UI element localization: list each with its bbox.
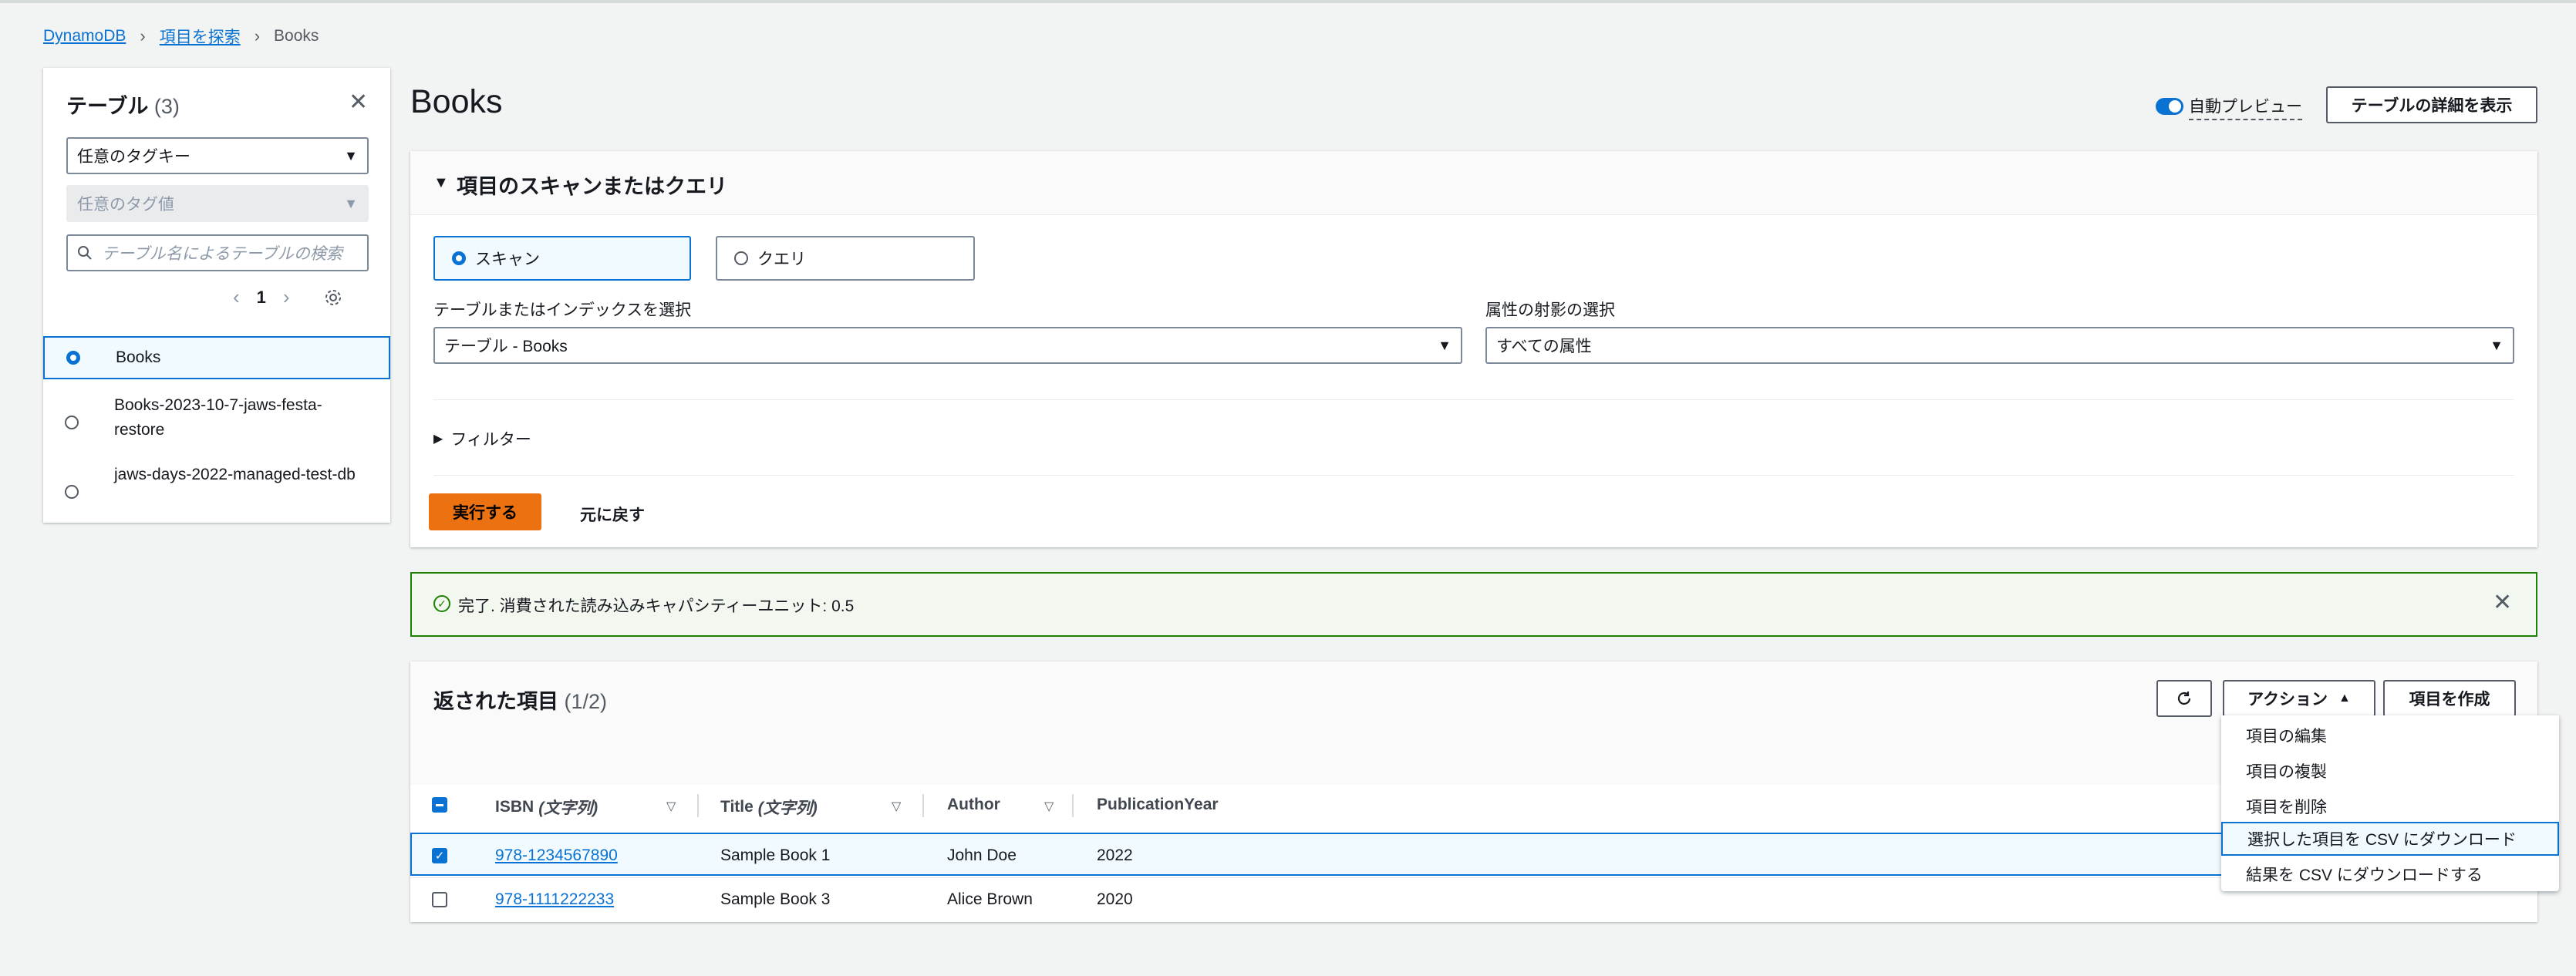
refresh-icon (2177, 692, 2191, 705)
chevron-right-icon: › (140, 26, 146, 45)
year-cell: 2022 (1097, 846, 1133, 864)
radio-button[interactable] (65, 485, 79, 499)
auto-preview-toggle[interactable] (2156, 98, 2183, 115)
top-border (0, 0, 2576, 3)
column-header-isbn[interactable]: ISBN (文字列) (495, 796, 598, 819)
caret-down-icon: ▼ (2490, 337, 2504, 353)
caret-down-icon: ▼ (344, 147, 358, 163)
table-item-jaws-days[interactable]: jaws-days-2022-managed-test-db (43, 455, 390, 520)
caret-right-icon: ▶ (433, 432, 443, 446)
refresh-button[interactable] (2156, 680, 2212, 717)
results-header (410, 661, 2537, 785)
breadcrumb: DynamoDB › 項目を探索 › Books (43, 23, 319, 49)
auto-preview-label: 自動プレビュー (2189, 94, 2302, 120)
run-button[interactable]: 実行する (429, 493, 541, 530)
sort-icon[interactable]: ▽ (892, 799, 901, 814)
column-header-publication-year[interactable]: PublicationYear (1097, 796, 1219, 814)
column-divider[interactable] (697, 794, 699, 817)
view-table-details-button[interactable]: テーブルの詳細を表示 (2326, 86, 2537, 123)
close-icon[interactable]: ✕ (349, 91, 368, 114)
column-divider[interactable] (922, 794, 924, 817)
author-cell: John Doe (947, 846, 1017, 864)
divider (433, 399, 2514, 400)
scan-option[interactable]: スキャン (433, 236, 691, 281)
breadcrumb-explore-link[interactable]: 項目を探索 (160, 25, 241, 48)
breadcrumb-dynamodb-link[interactable]: DynamoDB (43, 27, 126, 45)
results-title: 返された項目 (1/2) (433, 690, 608, 713)
projection-label: 属性の射影の選択 (1485, 301, 1615, 319)
caret-up-icon: ▲ (2338, 692, 2351, 705)
table-item-books[interactable]: Books (43, 336, 390, 379)
actions-button[interactable]: アクション ▲ (2223, 680, 2375, 717)
check-circle-icon: ✓ (433, 595, 450, 612)
scan-query-heading: 項目のスキャンまたはクエリ (457, 175, 727, 198)
filters-expander[interactable]: ▶ フィルター (433, 427, 531, 450)
chevron-right-icon: › (254, 26, 261, 45)
tables-panel-title: テーブル (3) (66, 95, 180, 118)
pagination: ‹ 1 › (233, 285, 342, 309)
sort-icon[interactable]: ▽ (1044, 799, 1054, 814)
page-number[interactable]: 1 (257, 288, 266, 308)
caret-down-icon: ▼ (1438, 337, 1452, 353)
radio-button[interactable] (65, 416, 79, 429)
title-cell: Sample Book 1 (720, 846, 831, 864)
table-name: jaws-days-2022-managed-test-db (114, 466, 356, 483)
column-header-title[interactable]: Title (文字列) (720, 796, 818, 819)
table-item-books-restore[interactable]: Books-2023-10-7-jaws-festa-restore (43, 385, 390, 450)
tag-key-select[interactable]: 任意のタグキー ▼ (66, 137, 369, 174)
results-panel: 返された項目 (1/2) アクション ▲ 項目を作成 ISBN (文字列) ▽ T… (410, 661, 2537, 922)
isbn-link[interactable]: 978-1111222233 (495, 890, 614, 909)
column-divider[interactable] (1072, 794, 1074, 817)
create-item-button[interactable]: 項目を作成 (2383, 680, 2516, 717)
chevron-left-icon[interactable]: ‹ (233, 285, 240, 309)
tag-value-select: 任意のタグ値 ▼ (66, 185, 369, 222)
chevron-right-icon[interactable]: › (283, 285, 290, 309)
projection-select[interactable]: すべての属性 ▼ (1485, 327, 2514, 364)
row-checkbox[interactable] (432, 878, 447, 921)
divider (433, 475, 2514, 476)
table-name: Books-2023-10-7-jaws-festa-restore (114, 396, 322, 439)
isbn-link[interactable]: 978-1234567890 (495, 846, 618, 865)
alert-message: 完了. 消費された読み込みキャパシティーユニット: 0.5 (458, 597, 855, 615)
query-option[interactable]: クエリ (716, 236, 975, 281)
select-all-checkbox[interactable] (432, 797, 447, 813)
page-title: Books (410, 83, 503, 120)
author-cell: Alice Brown (947, 890, 1033, 908)
reset-button[interactable]: 元に戻す (580, 503, 645, 526)
row-checkbox[interactable]: ✓ (432, 834, 447, 877)
tables-count: (3) (153, 95, 180, 118)
year-cell: 2020 (1097, 890, 1133, 908)
tables-panel: テーブル (3) ✕ 任意のタグキー ▼ 任意のタグ値 ▼ テーブル名によるテー… (43, 68, 390, 523)
breadcrumb-current: Books (274, 27, 319, 45)
menu-item-duplicate[interactable]: 項目の複製 (2221, 754, 2559, 788)
scan-query-panel: ▼ 項目のスキャンまたはクエリ スキャン クエリ テーブルまたはインデックスを選… (410, 151, 2537, 547)
menu-item-download-selected-csv[interactable]: 選択した項目を CSV にダウンロード (2221, 822, 2559, 856)
caret-down-icon: ▼ (344, 195, 358, 211)
table-index-select[interactable]: テーブル - Books ▼ (433, 327, 1462, 364)
actions-menu: 項目の編集 項目の複製 項目を削除 選択した項目を CSV にダウンロード 結果… (2221, 715, 2559, 891)
table-name: Books (116, 348, 161, 366)
search-icon (78, 246, 92, 260)
scan-query-header[interactable]: ▼ 項目のスキャンまたはクエリ (410, 151, 2537, 215)
table-index-label: テーブルまたはインデックスを選択 (433, 301, 692, 319)
column-header-author[interactable]: Author (947, 796, 1000, 814)
table-search-input[interactable]: テーブル名によるテーブルの検索 (66, 234, 369, 271)
title-cell: Sample Book 3 (720, 890, 831, 908)
sort-icon[interactable]: ▽ (666, 799, 676, 814)
table-row[interactable]: 978-1111222233 Sample Book 3 Alice Brown… (410, 877, 2537, 920)
table-row[interactable]: ✓ 978-1234567890 Sample Book 1 John Doe … (410, 833, 2537, 876)
menu-item-edit[interactable]: 項目の編集 (2221, 719, 2559, 752)
menu-item-delete[interactable]: 項目を削除 (2221, 789, 2559, 823)
radio-button[interactable] (734, 251, 748, 265)
success-alert: ✓ 完了. 消費された読み込みキャパシティーユニット: 0.5 ✕ (410, 572, 2537, 637)
radio-button[interactable] (66, 351, 80, 365)
close-icon[interactable]: ✕ (2493, 589, 2512, 616)
gear-icon[interactable] (324, 288, 342, 307)
caret-down-icon: ▼ (433, 174, 449, 191)
menu-item-download-results-csv[interactable]: 結果を CSV にダウンロードする (2221, 857, 2559, 891)
radio-button[interactable] (452, 251, 466, 265)
